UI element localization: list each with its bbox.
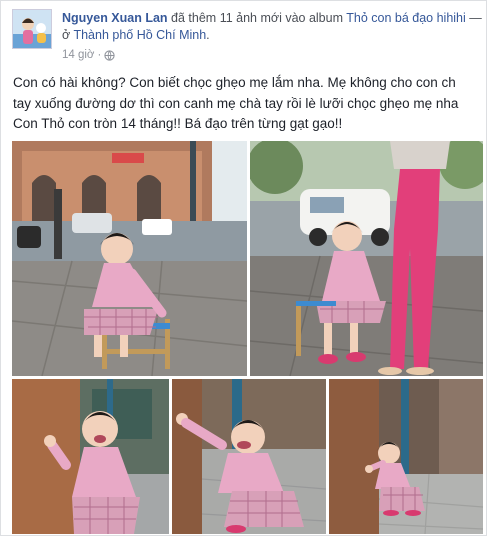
post-caption: Con có hài không? Con biết chọc ghẹo mẹ … (13, 73, 483, 135)
meta-separator: · (97, 49, 102, 61)
post-headline: Nguyen Xuan Lan đã thêm 11 ảnh mới vào a… (62, 10, 487, 44)
photo-5[interactable] (329, 379, 483, 534)
post-meta: 14 giờ · (62, 49, 115, 61)
caption-line: Con có hài không? Con biết chọc ghẹo mẹ … (13, 75, 456, 90)
caption-line: Con Thỏ con tròn 14 tháng!! Bá đạo trên … (13, 116, 343, 131)
location-suffix: . (206, 28, 210, 42)
author-name-link[interactable]: Nguyen Xuan Lan (62, 11, 168, 25)
photo-3[interactable] (12, 379, 169, 534)
caption-line: tay xuống đường dơ thì con canh mẹ chà t… (13, 95, 459, 111)
facebook-post: Nguyen Xuan Lan đã thêm 11 ảnh mới vào a… (0, 0, 487, 536)
location-link[interactable]: Thành phố Hồ Chí Minh (73, 28, 206, 42)
author-avatar[interactable] (12, 9, 52, 49)
post-timestamp[interactable]: 14 giờ (62, 49, 94, 61)
album-link[interactable]: Thỏ con bá đạo hihihi (346, 11, 466, 25)
photo-2[interactable] (250, 141, 483, 376)
globe-icon[interactable] (104, 49, 115, 61)
photo-1[interactable] (12, 141, 247, 376)
action-text: đã thêm 11 ảnh mới vào album (167, 11, 347, 25)
post-header: Nguyen Xuan Lan đã thêm 11 ảnh mới vào a… (12, 9, 482, 69)
photo-4[interactable] (172, 379, 326, 534)
